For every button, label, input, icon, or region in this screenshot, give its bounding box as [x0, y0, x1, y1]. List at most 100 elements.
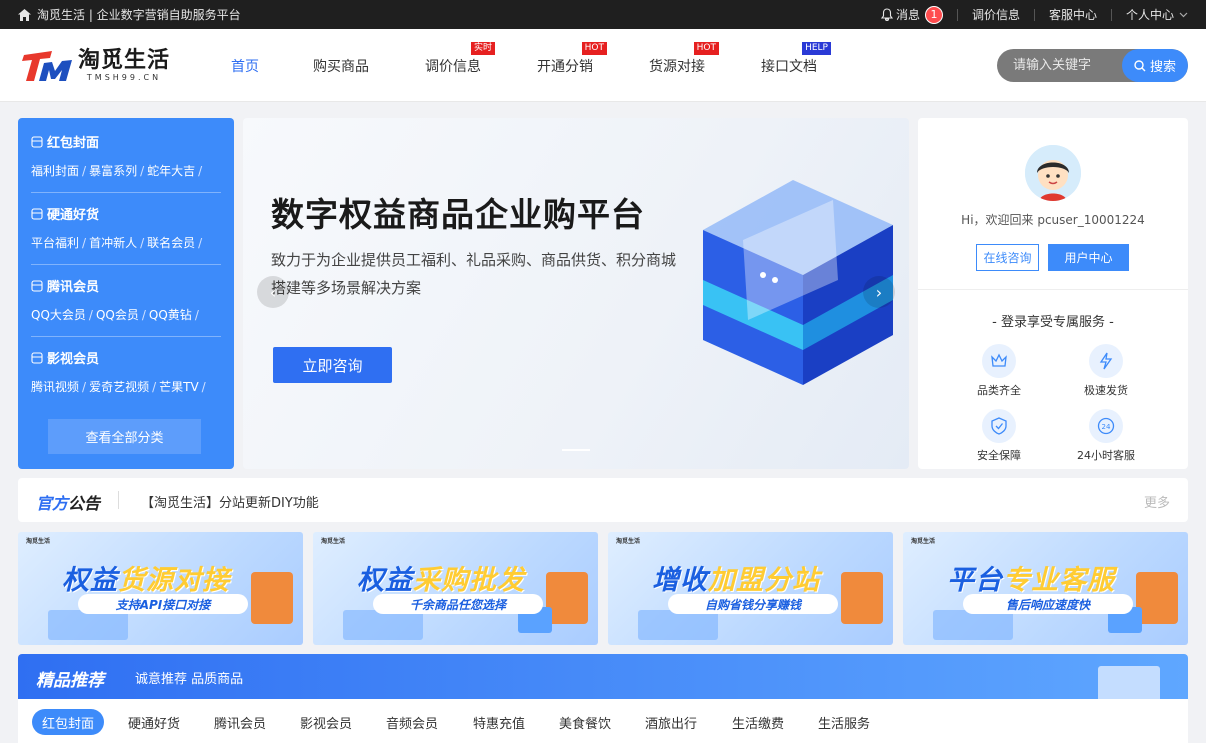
next-slide-button[interactable]: ›	[863, 276, 895, 308]
category-group: 红包封面 福利封面 / 暴富系列 / 蛇年大吉 /	[31, 132, 221, 193]
promo-franchise[interactable]: 淘觅生活 增收加盟分站 自购省钱分享赚钱	[608, 532, 893, 645]
promo-logo: 淘觅生活	[321, 538, 346, 545]
site-logo[interactable]: 淘觅生活 TMSH99.CN	[22, 49, 170, 83]
message-count-badge: 1	[924, 5, 943, 24]
user-center-button[interactable]: 用户中心	[1048, 244, 1129, 271]
category-link[interactable]: QQ会员	[96, 308, 139, 322]
tab-life-services[interactable]: 生活服务	[818, 709, 870, 735]
category-title[interactable]: 硬通好货	[31, 204, 221, 223]
shield-icon	[991, 417, 1007, 435]
category-link[interactable]: 蛇年大吉	[147, 164, 195, 178]
home-icon	[18, 8, 31, 21]
phone-decoration	[251, 572, 293, 624]
help-tag: HELP	[802, 42, 831, 55]
service-title: - 登录享受专属服务 -	[992, 315, 1114, 330]
nav-home[interactable]: 首页	[231, 56, 259, 76]
banner-title: 数字权益商品企业购平台	[271, 195, 645, 234]
promo-logo: 淘觅生活	[26, 538, 51, 545]
tab-special-recharge[interactable]: 特惠充值	[473, 709, 525, 735]
tab-food-dining[interactable]: 美食餐饮	[559, 709, 611, 735]
nav-label: 接口文档	[761, 59, 817, 75]
recommend-tabs: 红包封面 硬通好货 腾讯会员 影视会员 音频会员 特惠充值 美食餐饮 酒旅出行 …	[18, 699, 1188, 743]
category-link[interactable]: 爱奇艺视频	[89, 380, 149, 394]
category-links: 腾讯视频 / 爱奇艺视频 / 芒果TV /	[31, 380, 206, 394]
category-link[interactable]: 联名会员	[147, 236, 195, 250]
nav-api-docs[interactable]: 接口文档 HELP	[761, 42, 831, 76]
search-input[interactable]	[997, 49, 1127, 82]
promo-supply-docking[interactable]: 淘觅生活 权益货源对接 支持API接口对接	[18, 532, 303, 645]
more-link[interactable]: 更多	[1144, 492, 1170, 511]
promo-customer-service[interactable]: 淘觅生活 平台专业客服 售后响应速度快	[903, 532, 1188, 645]
price-info-link[interactable]: 调价信息	[972, 6, 1020, 23]
promo-subtitle: 自购省钱分享赚钱	[668, 594, 838, 614]
announcement-title-a: 官方	[36, 494, 69, 513]
nav-label: 购买商品	[313, 59, 369, 75]
online-consult-button[interactable]: 在线咨询	[976, 244, 1039, 271]
service-label: 24小时客服	[1077, 449, 1135, 462]
laptop-decoration	[48, 610, 128, 640]
phone-decoration	[841, 572, 883, 624]
category-link[interactable]: QQ黄钻	[149, 308, 192, 322]
tab-tencent-vip[interactable]: 腾讯会员	[214, 709, 266, 735]
user-panel: Hi，欢迎回来 pcuser_10001224 在线咨询 用户中心 - 登录享受…	[918, 118, 1188, 469]
nav-label: 开通分销	[537, 59, 593, 75]
tab-utility-bills[interactable]: 生活缴费	[732, 709, 784, 735]
announcement-content[interactable]: 【淘觅生活】分站更新DIY功能	[141, 492, 319, 511]
hot-tag: HOT	[693, 42, 719, 55]
category-link[interactable]: 芒果TV	[159, 380, 199, 394]
tab-audio-vip[interactable]: 音频会员	[386, 709, 438, 735]
category-link[interactable]: 福利封面	[31, 164, 79, 178]
category-title-text: 硬通好货	[47, 208, 100, 223]
category-title-text: 腾讯会员	[47, 280, 100, 295]
nav-distribution[interactable]: 开通分销 HOT	[537, 42, 607, 76]
category-title[interactable]: 腾讯会员	[31, 276, 221, 295]
prev-slide-button[interactable]: ‹	[257, 276, 289, 308]
carousel-indicator[interactable]	[562, 449, 590, 451]
lightning-icon	[1099, 352, 1113, 370]
category-link[interactable]: 腾讯视频	[31, 380, 79, 394]
nav-supply-docking[interactable]: 货源对接 HOT	[649, 42, 719, 76]
promo-title-b: 专业客服	[1003, 565, 1115, 596]
search-box: 搜索	[997, 49, 1188, 82]
nav-label: 调价信息	[425, 59, 481, 75]
home-link[interactable]: 淘觅生活 | 企业数字营销自助服务平台	[18, 6, 241, 23]
logo-domain: TMSH99.CN	[86, 73, 162, 82]
tab-video-vip[interactable]: 影视会员	[300, 709, 352, 735]
nav-price-info[interactable]: 调价信息 实时	[425, 42, 495, 76]
main-header: 淘觅生活 TMSH99.CN 首页 购买商品 调价信息 实时 开通分销 HOT 货源…	[0, 29, 1206, 102]
category-title[interactable]: 影视会员	[31, 348, 221, 367]
avatar[interactable]	[1025, 145, 1081, 201]
laptop-decoration	[343, 610, 423, 640]
category-link[interactable]: QQ大会员	[31, 308, 86, 322]
divider	[118, 491, 119, 509]
promo-title-b: 货源对接	[118, 565, 230, 596]
promo-title: 增收加盟分站	[652, 558, 820, 597]
tab-travel[interactable]: 酒旅出行	[645, 709, 697, 735]
announcement-title-b: 公告	[68, 494, 101, 513]
divider	[918, 289, 1188, 290]
recommend-subtitle: 诚意推荐 品质商品	[135, 672, 244, 687]
promo-title-a: 权益	[62, 565, 118, 596]
customer-service-link[interactable]: 客服中心	[1049, 6, 1097, 23]
avatar-icon	[1025, 145, 1081, 201]
hero-banner: 数字权益商品企业购平台 致力于为企业提供员工福利、礼品采购、商品供货、积分商城搭…	[243, 118, 909, 469]
category-link[interactable]: 首冲新人	[89, 236, 137, 250]
category-link[interactable]: 暴富系列	[89, 164, 137, 178]
category-link[interactable]: 平台福利	[31, 236, 79, 250]
tab-hard-goods[interactable]: 硬通好货	[128, 709, 180, 735]
nav-label: 货源对接	[649, 59, 705, 75]
promo-wholesale[interactable]: 淘觅生活 权益采购批发 千余商品任您选择	[313, 532, 598, 645]
personal-center-menu[interactable]: 个人中心	[1126, 6, 1188, 23]
nav-label: 首页	[231, 59, 259, 75]
chevron-right-icon: ›	[875, 282, 883, 302]
promo-subtitle: 售后响应速度快	[963, 594, 1133, 614]
messages-link[interactable]: 消息 1	[880, 5, 943, 24]
consult-now-button[interactable]: 立即咨询	[273, 347, 392, 383]
nav-buy-products[interactable]: 购买商品	[313, 56, 369, 76]
category-title[interactable]: 红包封面	[31, 132, 221, 151]
personal-center-label: 个人中心	[1125, 8, 1174, 22]
view-all-categories-button[interactable]: 查看全部分类	[48, 419, 201, 454]
service-label: 极速发货	[1084, 384, 1128, 397]
search-button[interactable]: 搜索	[1122, 49, 1188, 82]
tab-red-packet-cover[interactable]: 红包封面	[32, 709, 105, 735]
